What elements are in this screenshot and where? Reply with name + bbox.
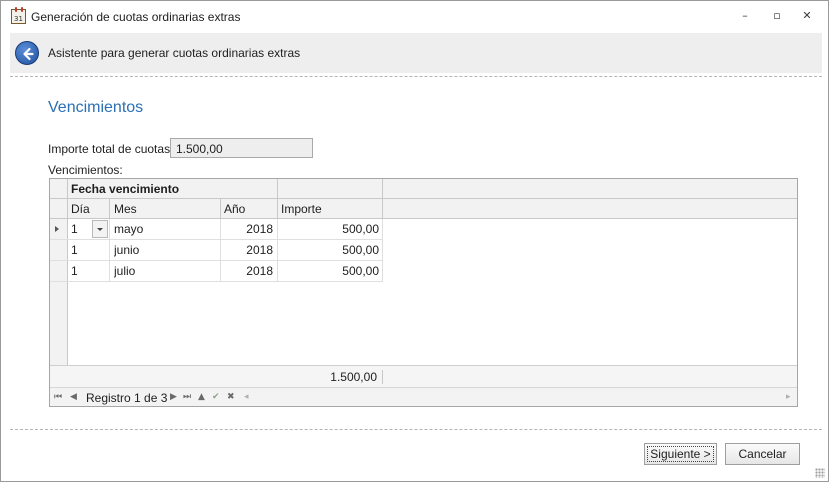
window-title: Generación de cuotas ordinarias extras (31, 10, 241, 24)
wizard-header: Asistente para generar cuotas ordinarias… (10, 33, 822, 73)
cancel-button[interactable]: Cancelar (725, 443, 800, 465)
band-fecha-vencimiento: Fecha vencimiento (71, 182, 180, 196)
cell-anio[interactable]: 2018 (224, 240, 273, 260)
append-icon[interactable]: ▲ (198, 390, 205, 404)
importe-total-field: 1.500,00 (170, 138, 313, 158)
resize-grip[interactable] (815, 468, 825, 478)
first-icon[interactable]: ⏮ (54, 390, 62, 404)
cell-anio[interactable]: 2018 (224, 219, 273, 239)
vencimientos-label: Vencimientos: (48, 163, 123, 177)
close-button[interactable]: ✕ (799, 9, 815, 23)
cell-anio[interactable]: 2018 (224, 261, 273, 281)
last-icon[interactable]: ⏭ (183, 390, 191, 404)
next-button[interactable]: Siguiente > (644, 443, 717, 465)
chevron-down-icon (97, 228, 103, 231)
dia-dropdown-button[interactable] (92, 220, 108, 238)
title-bar: 31 Generación de cuotas ordinarias extra… (1, 1, 828, 31)
column-header-dia[interactable]: Día (71, 199, 107, 219)
record-counter: Registro 1 de 3 (86, 391, 168, 405)
vencimientos-grid[interactable]: Fecha vencimiento Día Mes Año Importe 1 … (49, 178, 798, 407)
cell-dia[interactable]: 1 (71, 261, 101, 281)
restore-button[interactable]: ▫ (769, 9, 785, 23)
total-importe: 1.500,00 (330, 370, 377, 384)
footer-divider (10, 429, 822, 430)
calendar-icon: 31 (11, 7, 26, 24)
calendar-icon-day: 31 (14, 15, 23, 23)
cell-importe[interactable]: 500,00 (281, 240, 379, 260)
app-window: 31 Generación de cuotas ordinarias extra… (0, 0, 829, 482)
cancel-edit-icon[interactable]: ✖ (227, 390, 235, 404)
cell-importe[interactable]: 500,00 (281, 219, 379, 239)
row-indicator-column (50, 179, 67, 365)
header-divider (10, 76, 822, 77)
back-arrow-icon[interactable] (15, 41, 39, 65)
scroll-left-icon[interactable]: ◂ (244, 390, 249, 404)
minimize-button[interactable]: – (737, 9, 753, 23)
scroll-right-icon[interactable]: ▸ (786, 390, 791, 404)
column-header-anio[interactable]: Año (224, 199, 274, 219)
prev-icon[interactable]: ◀ (70, 390, 77, 404)
grid-navigator: ⏮ ◀ Registro 1 de 3 ▶ ⏭ ▲ ✔ ✖ ◂ ▸ (50, 387, 797, 406)
cell-mes[interactable]: julio (114, 261, 214, 281)
cell-mes[interactable]: junio (114, 240, 214, 260)
column-header-mes[interactable]: Mes (114, 199, 214, 219)
cell-mes[interactable]: mayo (114, 219, 214, 239)
next-icon[interactable]: ▶ (170, 390, 177, 404)
importe-total-label: Importe total de cuotas: (48, 142, 174, 156)
cell-dia[interactable]: 1 (71, 240, 101, 260)
cell-importe[interactable]: 500,00 (281, 261, 379, 281)
column-header-importe[interactable]: Importe (281, 199, 381, 219)
current-row-indicator-icon (55, 226, 59, 232)
wizard-title: Asistente para generar cuotas ordinarias… (48, 46, 301, 60)
page-title: Vencimientos (48, 99, 144, 116)
confirm-icon[interactable]: ✔ (212, 390, 220, 404)
grid-footer: 1.500,00 (50, 365, 797, 387)
